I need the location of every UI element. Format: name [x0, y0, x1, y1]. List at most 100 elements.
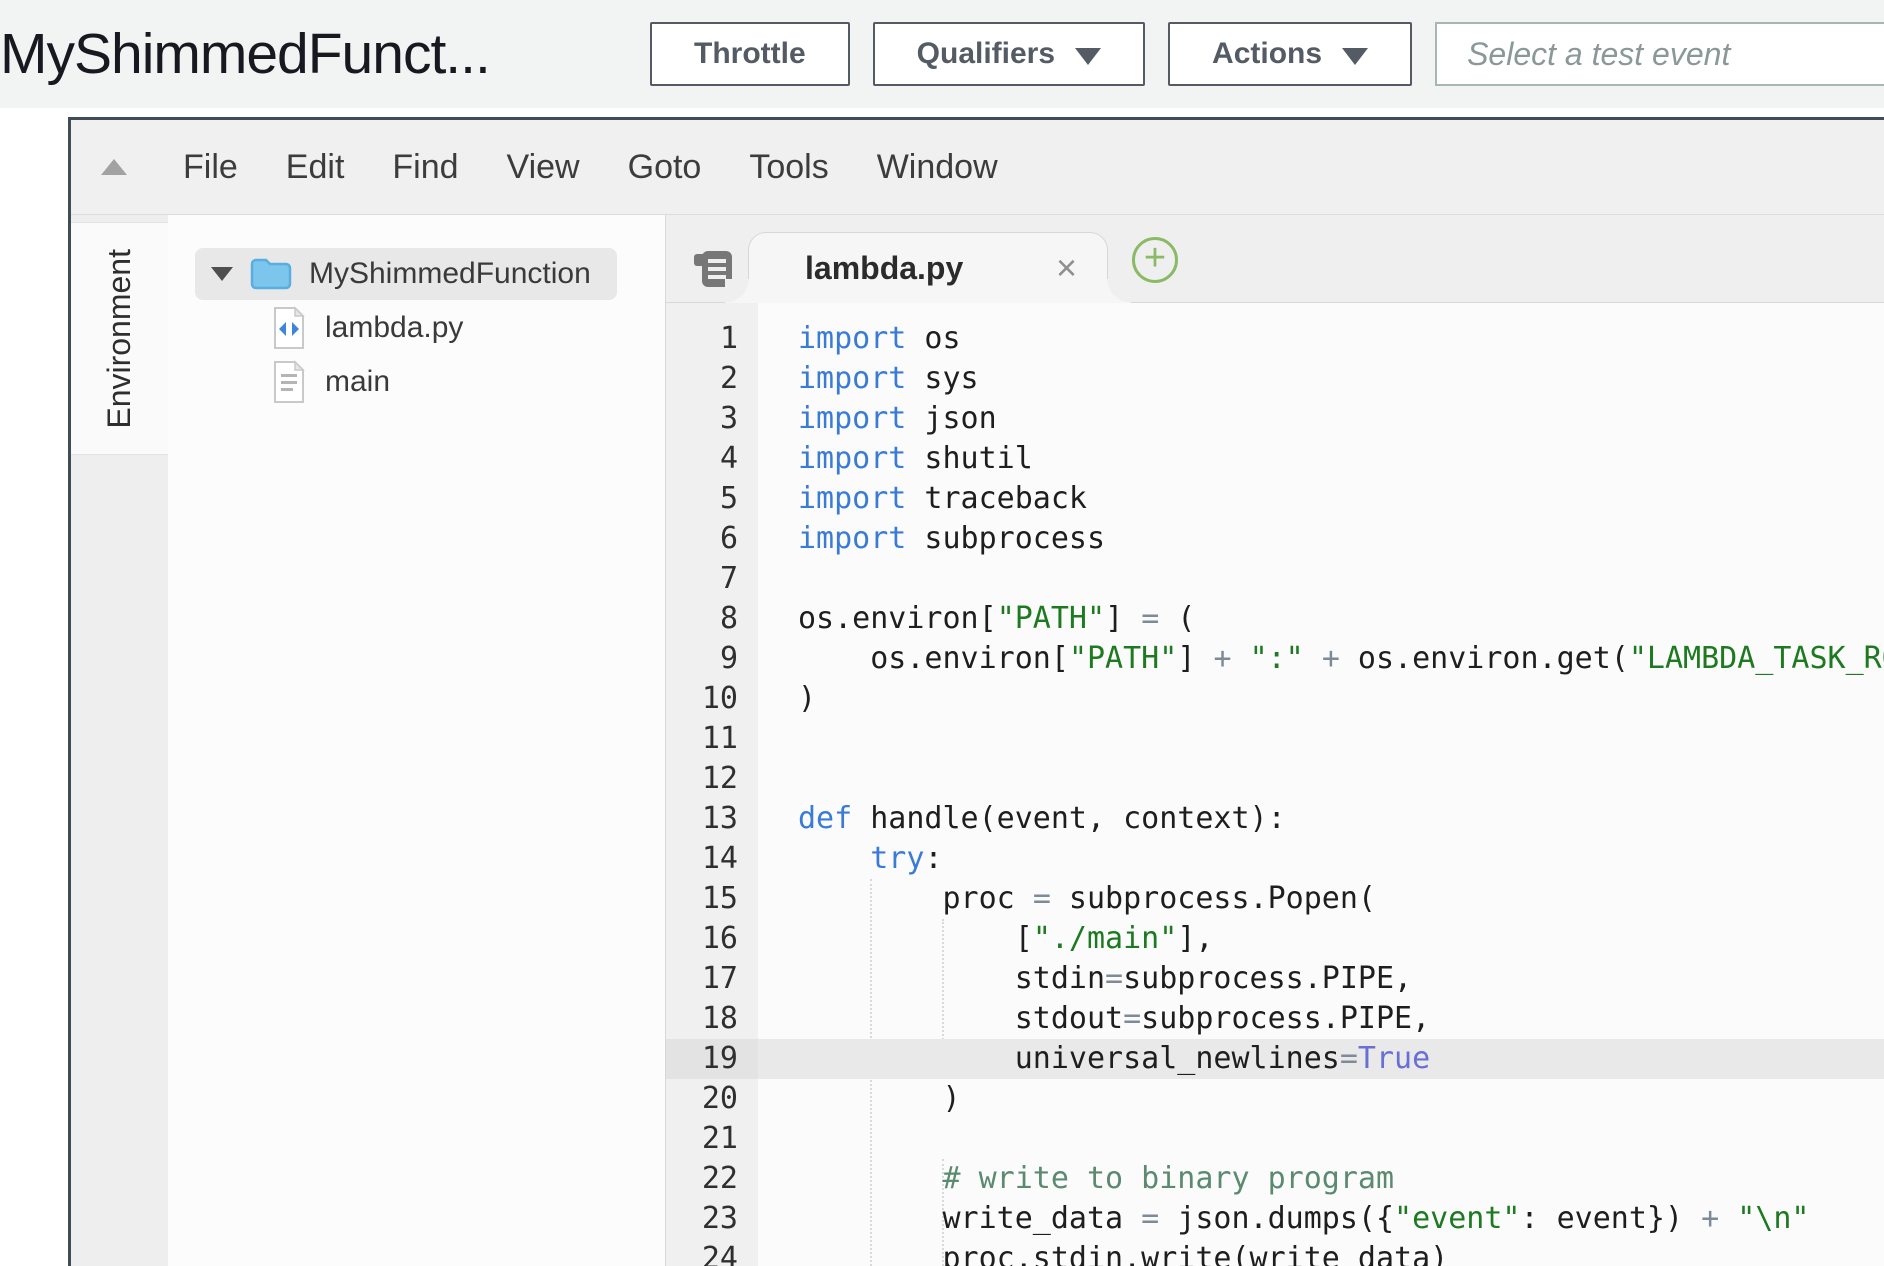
- ide-menubar: FileEditFindViewGotoToolsWindow: [71, 120, 1884, 215]
- file-label: lambda.py: [325, 311, 463, 345]
- tab-label: lambda.py: [805, 250, 963, 287]
- line-number: 23: [666, 1199, 758, 1239]
- line-text: os.environ["PATH"] = (: [758, 599, 1884, 639]
- line-number: 9: [666, 639, 758, 679]
- line-text: ): [758, 1079, 1884, 1119]
- tree-row-folder[interactable]: MyShimmedFunction: [168, 248, 665, 300]
- code-line-21[interactable]: 21: [666, 1119, 1884, 1159]
- code-line-11[interactable]: 11: [666, 719, 1884, 759]
- test-event-placeholder: Select a test event: [1467, 36, 1730, 73]
- line-number: 13: [666, 799, 758, 839]
- code-line-1[interactable]: 1import os: [666, 319, 1884, 359]
- environment-tab-label: Environment: [101, 249, 138, 429]
- line-number: 19: [666, 1039, 758, 1079]
- code-line-19[interactable]: 19 universal_newlines=True: [666, 1039, 1884, 1079]
- chevron-down-icon: [1075, 48, 1101, 65]
- code-line-23[interactable]: 23 write_data = json.dumps({"event": eve…: [666, 1199, 1884, 1239]
- code-line-4[interactable]: 4import shutil: [666, 439, 1884, 479]
- menu-item-tools[interactable]: Tools: [725, 148, 852, 187]
- line-number: 7: [666, 559, 758, 599]
- code-line-22[interactable]: 22 # write to binary program: [666, 1159, 1884, 1199]
- code-line-12[interactable]: 12: [666, 759, 1884, 799]
- code-line-20[interactable]: 20 ): [666, 1079, 1884, 1119]
- new-tab-button[interactable]: +: [1132, 237, 1178, 283]
- line-text: import subprocess: [758, 519, 1884, 559]
- code-editor[interactable]: 1import os2import sys3import json4import…: [666, 303, 1884, 1266]
- code-line-18[interactable]: 18 stdout=subprocess.PIPE,: [666, 999, 1884, 1039]
- folder-icon: [249, 256, 293, 292]
- code-line-13[interactable]: 13def handle(event, context):: [666, 799, 1884, 839]
- test-event-select[interactable]: Select a test event: [1435, 22, 1884, 86]
- menu-item-view[interactable]: View: [483, 148, 604, 187]
- code-line-5[interactable]: 5import traceback: [666, 479, 1884, 519]
- menu-item-find[interactable]: Find: [368, 148, 482, 187]
- left-dock-strip: Environment: [71, 215, 168, 1266]
- throttle-button[interactable]: Throttle: [650, 22, 850, 86]
- line-text: import traceback: [758, 479, 1884, 519]
- line-text: [758, 719, 1884, 759]
- editor-tabbar: lambda.py × +: [666, 215, 1884, 303]
- tree-expand-caret-icon[interactable]: [211, 267, 233, 281]
- ide-window: FileEditFindViewGotoToolsWindow Environm…: [68, 117, 1884, 1266]
- line-text: import shutil: [758, 439, 1884, 479]
- line-text: import os: [758, 319, 1884, 359]
- tab-close-icon[interactable]: ×: [1056, 250, 1077, 286]
- actions-button[interactable]: Actions: [1168, 22, 1412, 86]
- line-number: 20: [666, 1079, 758, 1119]
- code-line-15[interactable]: 15 proc = subprocess.Popen(: [666, 879, 1884, 919]
- code-line-14[interactable]: 14 try:: [666, 839, 1884, 879]
- file-label: main: [325, 365, 390, 399]
- tree-row-main[interactable]: main: [271, 356, 665, 408]
- code-line-9[interactable]: 9 os.environ["PATH"] + ":" + os.environ.…: [666, 639, 1884, 679]
- code-line-6[interactable]: 6import subprocess: [666, 519, 1884, 559]
- line-text: ["./main"],: [758, 919, 1884, 959]
- code-line-10[interactable]: 10): [666, 679, 1884, 719]
- line-number: 22: [666, 1159, 758, 1199]
- code-line-8[interactable]: 8os.environ["PATH"] = (: [666, 599, 1884, 639]
- folder-label: MyShimmedFunction: [309, 257, 591, 291]
- line-number: 5: [666, 479, 758, 519]
- editor-panel: lambda.py × + 1import os2import sys3impo…: [666, 215, 1884, 1266]
- line-number: 4: [666, 439, 758, 479]
- line-text: proc.stdin.write(write_data): [758, 1239, 1884, 1266]
- line-number: 6: [666, 519, 758, 559]
- folder-selection-highlight[interactable]: MyShimmedFunction: [195, 248, 617, 300]
- line-number: 14: [666, 839, 758, 879]
- line-number: 3: [666, 399, 758, 439]
- code-line-7[interactable]: 7: [666, 559, 1884, 599]
- code-line-3[interactable]: 3import json: [666, 399, 1884, 439]
- line-text: stdin=subprocess.PIPE,: [758, 959, 1884, 999]
- throttle-button-label: Throttle: [694, 37, 806, 71]
- code-line-16[interactable]: 16 ["./main"],: [666, 919, 1884, 959]
- line-text: import json: [758, 399, 1884, 439]
- line-text: try:: [758, 839, 1884, 879]
- collapse-pane-icon[interactable]: [101, 159, 127, 175]
- line-text: ): [758, 679, 1884, 719]
- line-number: 18: [666, 999, 758, 1039]
- function-title: MyShimmedFunct...: [0, 21, 650, 87]
- code-line-24[interactable]: 24 proc.stdin.write(write_data): [666, 1239, 1884, 1266]
- line-number: 16: [666, 919, 758, 959]
- text-file-icon: [271, 360, 307, 404]
- qualifiers-button[interactable]: Qualifiers: [873, 22, 1145, 86]
- tree-row-lambda-py[interactable]: lambda.py: [271, 302, 665, 354]
- line-text: [758, 559, 1884, 599]
- menu-item-edit[interactable]: Edit: [262, 148, 369, 187]
- menu-item-file[interactable]: File: [159, 148, 262, 187]
- environment-tab[interactable]: Environment: [71, 222, 168, 455]
- line-text: import sys: [758, 359, 1884, 399]
- qualifiers-button-label: Qualifiers: [917, 37, 1055, 71]
- line-text: universal_newlines=True: [758, 1039, 1884, 1079]
- menu-item-goto[interactable]: Goto: [604, 148, 726, 187]
- code-line-2[interactable]: 2import sys: [666, 359, 1884, 399]
- menu-item-window[interactable]: Window: [853, 148, 1022, 187]
- code-line-17[interactable]: 17 stdin=subprocess.PIPE,: [666, 959, 1884, 999]
- code-lines: 1import os2import sys3import json4import…: [666, 319, 1884, 1266]
- ide-body: Environment MyShimmedFunction lambda.py m…: [71, 215, 1884, 1266]
- line-text: # write to binary program: [758, 1159, 1884, 1199]
- plus-icon: +: [1144, 237, 1166, 280]
- chevron-down-icon: [1342, 48, 1368, 65]
- line-text: write_data = json.dumps({"event": event}…: [758, 1199, 1884, 1239]
- line-number: 12: [666, 759, 758, 799]
- tab-lambda-py[interactable]: lambda.py ×: [748, 232, 1108, 303]
